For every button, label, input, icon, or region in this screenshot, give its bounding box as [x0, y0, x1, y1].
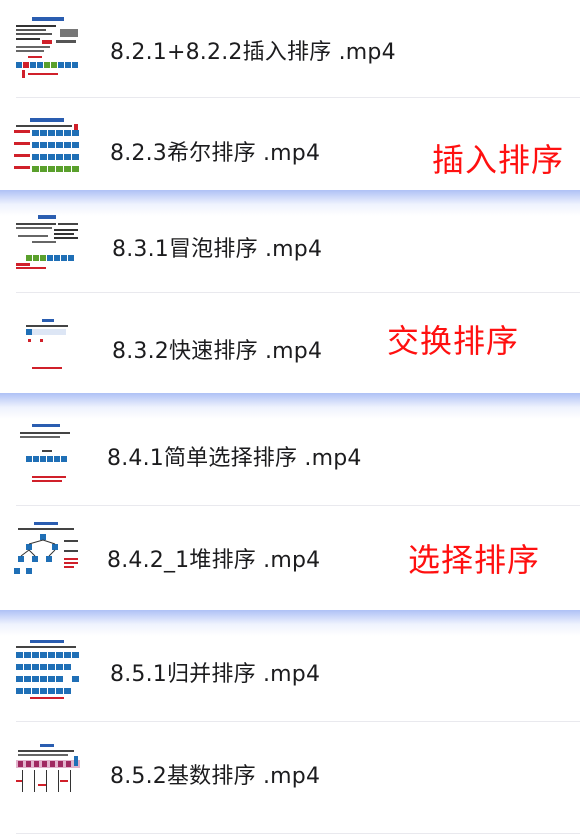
group-insertion-sort: 8.2.1+8.2.2插入排序 .mp4 8.2.3希尔排序 .mp4 插入排序 [0, 0, 580, 190]
group-label: 选择排序 [408, 541, 541, 579]
group-separator [0, 190, 580, 216]
video-thumbnail-icon [12, 638, 84, 702]
video-title: 8.2.1+8.2.2插入排序 .mp4 [110, 40, 396, 65]
video-thumbnail-icon [12, 116, 84, 180]
group-separator [0, 393, 580, 419]
list-item[interactable]: 8.2.1+8.2.2插入排序 .mp4 [0, 0, 580, 98]
video-title: 8.3.1冒泡排序 .mp4 [112, 237, 323, 262]
video-thumbnail-icon [12, 740, 84, 804]
video-title: 8.5.2基数排序 .mp4 [110, 764, 321, 789]
group-label: 交换排序 [387, 322, 520, 360]
video-title: 8.2.3希尔排序 .mp4 [110, 141, 321, 166]
video-thumbnail-icon [12, 211, 84, 275]
video-thumbnail-icon [12, 16, 84, 80]
video-thumbnail-icon [12, 315, 84, 379]
video-title: 8.5.1归并排序 .mp4 [110, 662, 321, 687]
video-title: 8.4.2_1堆排序 .mp4 [107, 548, 321, 573]
group-separator [0, 610, 580, 636]
group-selection-sort: 8.4.1简单选择排序 .mp4 8.4.2_1堆排序 .mp4 选择排序 [0, 398, 580, 610]
list-item[interactable]: 8.5.2基数排序 .mp4 [0, 722, 580, 834]
group-label: 插入排序 [432, 141, 565, 179]
video-file-list: 8.2.1+8.2.2插入排序 .mp4 8.2.3希尔排序 .mp4 插入排序… [0, 0, 580, 834]
video-thumbnail-icon [12, 420, 84, 484]
row-divider [16, 292, 580, 293]
video-title: 8.3.2快速排序 .mp4 [112, 339, 323, 364]
group-exchange-sort: 8.3.1冒泡排序 .mp4 8.3.2快速排序 .mp4 交换排序 [0, 195, 580, 393]
video-thumbnail-icon [12, 520, 84, 584]
group-merge-radix-sort: 8.5.1归并排序 .mp4 8.5.2基数排序 .mp4 [0, 616, 580, 834]
video-title: 8.4.1简单选择排序 .mp4 [107, 446, 362, 471]
